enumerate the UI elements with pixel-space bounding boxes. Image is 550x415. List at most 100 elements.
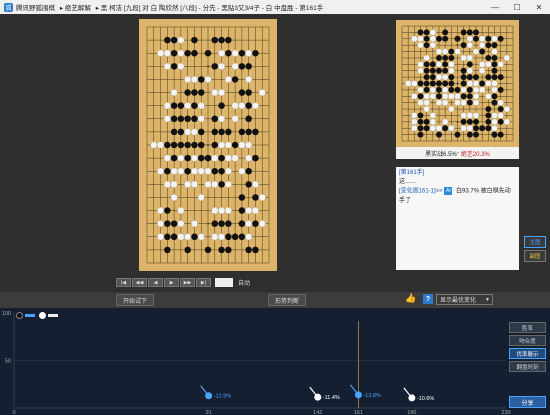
white-stone [245, 233, 253, 241]
black-stone [252, 220, 259, 227]
black-stone [225, 233, 232, 241]
turning-point-button[interactable]: 翻盘时刻 [509, 361, 546, 372]
data-point [205, 392, 213, 400]
white-stone [191, 167, 198, 175]
white-stone [191, 128, 198, 136]
forward-10-button[interactable]: ▶▶ [180, 278, 195, 287]
black-stone [448, 80, 455, 87]
black-stone [238, 63, 246, 70]
white-stone [479, 67, 486, 74]
legend-bar-white [48, 314, 58, 317]
white-stone [224, 154, 232, 162]
x-tick-label: 161 [354, 410, 363, 415]
black-stone [211, 63, 219, 70]
black-stone [460, 74, 467, 81]
graph-canvas[interactable]: 50 100 0 91 142 186 161 230 -12.9% -11.4% -10.6% -1… [0, 308, 550, 415]
black-stone [245, 128, 252, 136]
white-stone [204, 76, 212, 83]
black-stone [245, 246, 252, 254]
variation-link[interactable]: [变化图161-1]>> [399, 189, 443, 195]
black-stone [473, 35, 479, 42]
black-stone [423, 86, 430, 93]
black-stone [485, 112, 492, 119]
black-stone [170, 49, 178, 57]
win-rate-button[interactable]: 胜率 [509, 322, 546, 333]
white-stone [497, 99, 504, 106]
white-stone [497, 112, 504, 119]
white-stone [170, 167, 178, 175]
close-button[interactable]: ✕ [528, 0, 550, 14]
like-icon[interactable]: 👍 [405, 293, 416, 303]
black-stone [218, 167, 225, 175]
white-stone [491, 125, 498, 132]
maximize-button[interactable]: ☐ [506, 0, 528, 14]
first-move-button[interactable]: |◀ [116, 278, 131, 287]
black-stone [466, 99, 473, 106]
comment-panel: [第161手] 这…… [变化图161-1]>> AI 白93.7% 被白棋先动… [396, 167, 519, 270]
chevron-down-icon: ▼ [485, 296, 490, 303]
white-stone [479, 35, 486, 42]
white-stone [150, 141, 158, 149]
auto-play-button[interactable]: 自动 [238, 278, 250, 287]
black-stone [191, 141, 198, 149]
data-point [314, 393, 322, 401]
graph-mode-buttons: 胜率 吻合度 优率展示 翻盘时刻 [509, 322, 546, 374]
white-stone [429, 35, 436, 42]
black-stone [245, 115, 252, 123]
white-stone [454, 99, 461, 106]
black-stone [218, 181, 225, 188]
white-stone [218, 141, 225, 149]
white-stone [423, 93, 430, 100]
white-stone [258, 194, 266, 201]
match-rate-button[interactable]: 吻合度 [509, 335, 546, 346]
white-stone [417, 86, 424, 93]
black-stone [164, 220, 171, 227]
white-stone [177, 154, 185, 162]
white-stone [503, 105, 510, 113]
black-stone [417, 29, 424, 36]
white-stone [423, 54, 430, 62]
white-stone [184, 76, 192, 83]
side-tabs: 主图 副图 [524, 236, 546, 264]
go-board[interactable] [139, 19, 277, 271]
black-stone [177, 141, 185, 149]
white-stone [497, 61, 504, 68]
move-tag[interactable]: [第161手] [399, 169, 516, 178]
black-stone [231, 233, 239, 241]
black-stone [497, 131, 504, 138]
move-number-input[interactable] [215, 278, 233, 287]
white-stone [503, 118, 510, 125]
judge-button[interactable]: 形势判断 [268, 294, 307, 306]
black-stone [466, 29, 473, 36]
white-stone [442, 74, 449, 81]
tab-sub-board[interactable]: 副图 [524, 250, 546, 262]
white-stone [411, 80, 418, 87]
share-button[interactable]: 分享 [509, 396, 546, 408]
white-stone [442, 99, 449, 106]
black-stone [442, 80, 449, 87]
advantage-button[interactable]: 优率展示 [509, 348, 546, 359]
black-stone [485, 35, 492, 42]
variation-select[interactable]: 显示最优变化 ▼ [436, 294, 493, 305]
prev-move-button[interactable]: ◀ [148, 278, 163, 287]
black-stone [442, 54, 449, 61]
white-stone [177, 207, 185, 214]
back-10-button[interactable]: ◀◀ [132, 278, 147, 287]
black-win-rate: 黑实战6.5% [425, 151, 457, 158]
white-stone [191, 220, 198, 228]
data-point [354, 391, 362, 399]
legend-bar-blue [25, 314, 35, 317]
white-stone [218, 115, 225, 123]
black-stone [184, 49, 191, 57]
try-move-button[interactable]: 开始试下 [116, 294, 155, 306]
white-stone [417, 61, 424, 68]
white-stone [466, 54, 473, 62]
last-move-button[interactable]: ▶| [196, 278, 211, 287]
minimize-button[interactable]: — [484, 0, 506, 14]
next-move-button[interactable]: ▶ [164, 278, 179, 287]
board-grid[interactable] [139, 19, 277, 271]
black-stone [164, 141, 171, 149]
black-stone [245, 167, 252, 175]
help-icon[interactable]: ? [423, 294, 433, 304]
tab-main-board[interactable]: 主图 [524, 236, 546, 248]
